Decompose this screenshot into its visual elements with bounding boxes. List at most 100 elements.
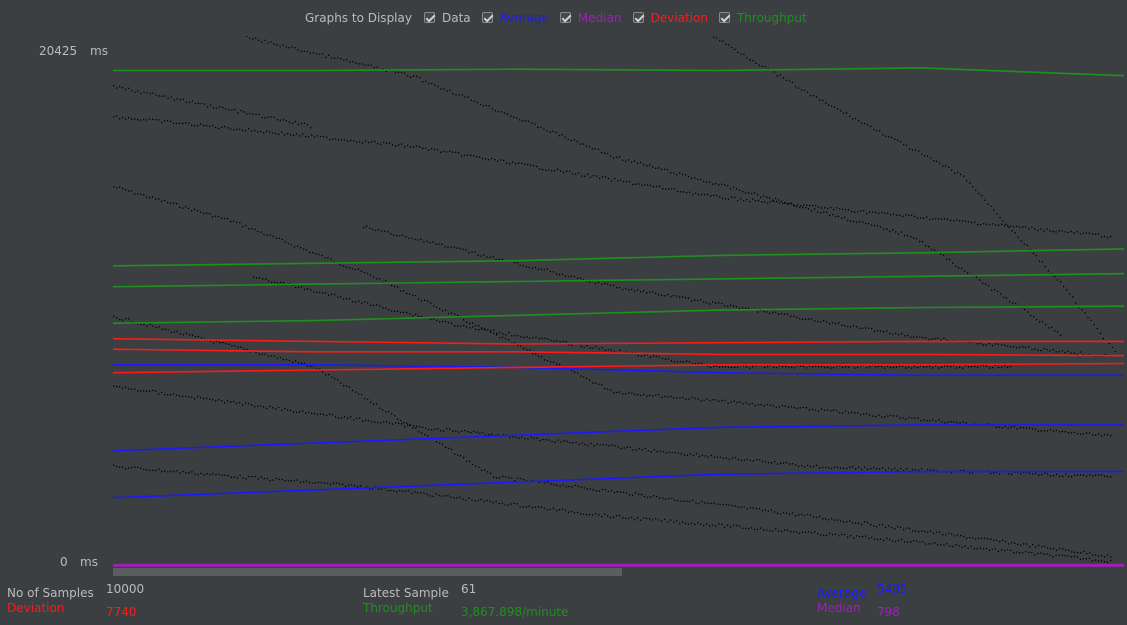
data-point [844,325,846,327]
data-point [158,468,160,470]
checkbox-throughput[interactable] [718,12,730,23]
data-point [376,403,378,405]
data-point [1031,428,1033,430]
legend-item-average[interactable]: Average [481,11,549,25]
data-point [173,393,175,395]
data-point [386,142,388,144]
data-point [122,87,124,89]
data-point [656,451,658,453]
data-point [483,254,485,256]
data-point [591,514,594,516]
data-point [131,90,133,92]
data-point [122,319,124,321]
scrollbar-thumb[interactable] [113,568,622,576]
data-point [790,406,792,408]
data-point [331,376,333,378]
data-point [894,528,896,530]
data-point [746,458,749,460]
data-point [543,507,545,509]
checkbox-deviation[interactable] [632,12,644,23]
data-point [944,218,946,220]
data-point [674,188,676,190]
data-point [846,521,848,523]
data-point [536,165,538,168]
data-point [911,417,913,419]
checkbox-data[interactable] [423,12,435,23]
data-point [409,313,411,315]
data-point [546,130,548,132]
data-point [462,248,464,250]
data-point [670,296,672,298]
data-point [269,234,271,236]
data-point [556,484,558,486]
data-point [650,451,652,453]
data-point [565,486,567,488]
data-point [957,534,959,536]
data-point [713,194,715,196]
data-point [531,267,533,269]
data-point [938,218,940,220]
data-point [1075,302,1077,304]
data-point [595,345,597,348]
data-point [242,129,244,131]
data-point [341,417,343,419]
data-point [218,399,220,401]
legend-item-deviation[interactable]: Deviation [632,11,708,25]
checkbox-average[interactable] [481,12,493,23]
data-point [933,469,935,471]
data-point [778,313,780,315]
data-point [598,383,600,385]
data-point [866,413,868,415]
data-point [760,196,762,198]
data-point [1046,553,1048,555]
data-point [641,184,643,186]
data-point [1100,560,1103,562]
data-point [1101,435,1103,437]
checkbox-median[interactable] [559,12,571,23]
data-point [495,259,497,261]
data-point [914,417,916,419]
data-point [794,86,797,88]
data-point [625,393,627,395]
data-point [329,139,331,141]
data-point [344,416,346,418]
data-point [582,143,584,145]
data-point [999,216,1001,219]
data-point [995,224,997,226]
data-point [769,197,771,199]
data-point [947,218,949,220]
data-point [943,337,945,339]
data-point [197,124,199,127]
data-point [883,331,885,333]
data-point [727,402,729,404]
data-point [536,437,538,439]
data-point [1097,560,1100,562]
data-point [991,548,994,551]
graph-horizontal-scrollbar[interactable] [113,568,1124,576]
data-point [793,204,795,207]
data-point [426,493,428,495]
data-point [650,496,652,498]
data-point [237,346,239,348]
data-point [176,394,178,396]
data-point [1007,366,1009,368]
legend-item-median[interactable]: Median [559,11,622,25]
data-point [1008,226,1010,229]
data-point [1073,555,1075,557]
data-point [309,251,311,254]
data-point [913,336,915,338]
data-point [521,162,523,164]
data-point [664,295,666,297]
legend-item-throughput[interactable]: Throughput [718,11,807,25]
data-point [931,338,933,340]
data-point [338,139,340,141]
data-point [194,103,197,105]
data-point [260,476,262,478]
legend-item-data[interactable]: Data [423,11,471,25]
data-point [394,310,396,312]
data-point [692,499,694,501]
data-point [574,484,576,486]
data-point [607,388,609,390]
data-point [1061,430,1064,433]
data-point [856,326,858,328]
